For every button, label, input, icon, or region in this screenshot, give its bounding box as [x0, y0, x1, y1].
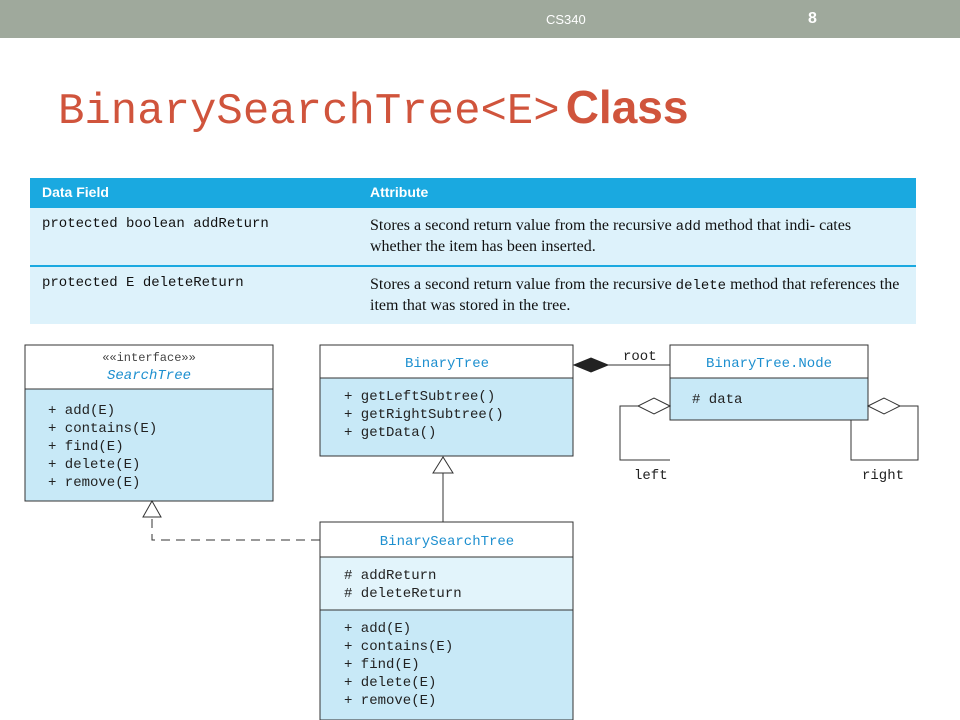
bst-field: # addReturn — [344, 568, 436, 584]
binarytree-name: BinaryTree — [405, 356, 489, 372]
binarytree-method: + getData() — [344, 425, 436, 441]
binarytree-method: + getLeftSubtree() — [344, 389, 495, 405]
composition-root-link: root — [572, 349, 670, 373]
node-field: # data — [692, 392, 742, 408]
searchtree-name: SearchTree — [107, 368, 191, 384]
bst-method: + delete(E) — [344, 675, 436, 691]
root-label: root — [623, 349, 657, 365]
searchtree-class-box: ««interface»» SearchTree + add(E) + cont… — [24, 344, 274, 502]
bst-class-box: BinarySearchTree # addReturn # deleteRet… — [319, 521, 574, 720]
searchtree-method: + contains(E) — [48, 421, 157, 437]
right-label: right — [862, 468, 904, 484]
bst-method: + find(E) — [344, 657, 420, 673]
aggregation-left-link: left — [619, 397, 672, 484]
node-class-box: BinaryTree.Node # data — [669, 344, 869, 421]
searchtree-method: + find(E) — [48, 439, 124, 455]
bst-method: + add(E) — [344, 621, 411, 637]
searchtree-method: + add(E) — [48, 403, 115, 419]
bst-name: BinarySearchTree — [380, 534, 514, 550]
bst-field: # deleteReturn — [344, 586, 462, 602]
node-name: BinaryTree.Node — [706, 356, 832, 372]
searchtree-method: + remove(E) — [48, 475, 140, 491]
realization-arrow — [142, 499, 320, 541]
searchtree-stereotype: ««interface»» — [102, 351, 196, 365]
binarytree-method: + getRightSubtree() — [344, 407, 504, 423]
inheritance-arrow — [432, 456, 454, 522]
searchtree-method: + delete(E) — [48, 457, 140, 473]
left-label: left — [634, 468, 668, 484]
uml-class-diagram: ««interface»» SearchTree + add(E) + cont… — [24, 344, 919, 720]
bst-method: + contains(E) — [344, 639, 453, 655]
binarytree-class-box: BinaryTree + getLeftSubtree() + getRight… — [319, 344, 574, 457]
bst-method: + remove(E) — [344, 693, 436, 709]
